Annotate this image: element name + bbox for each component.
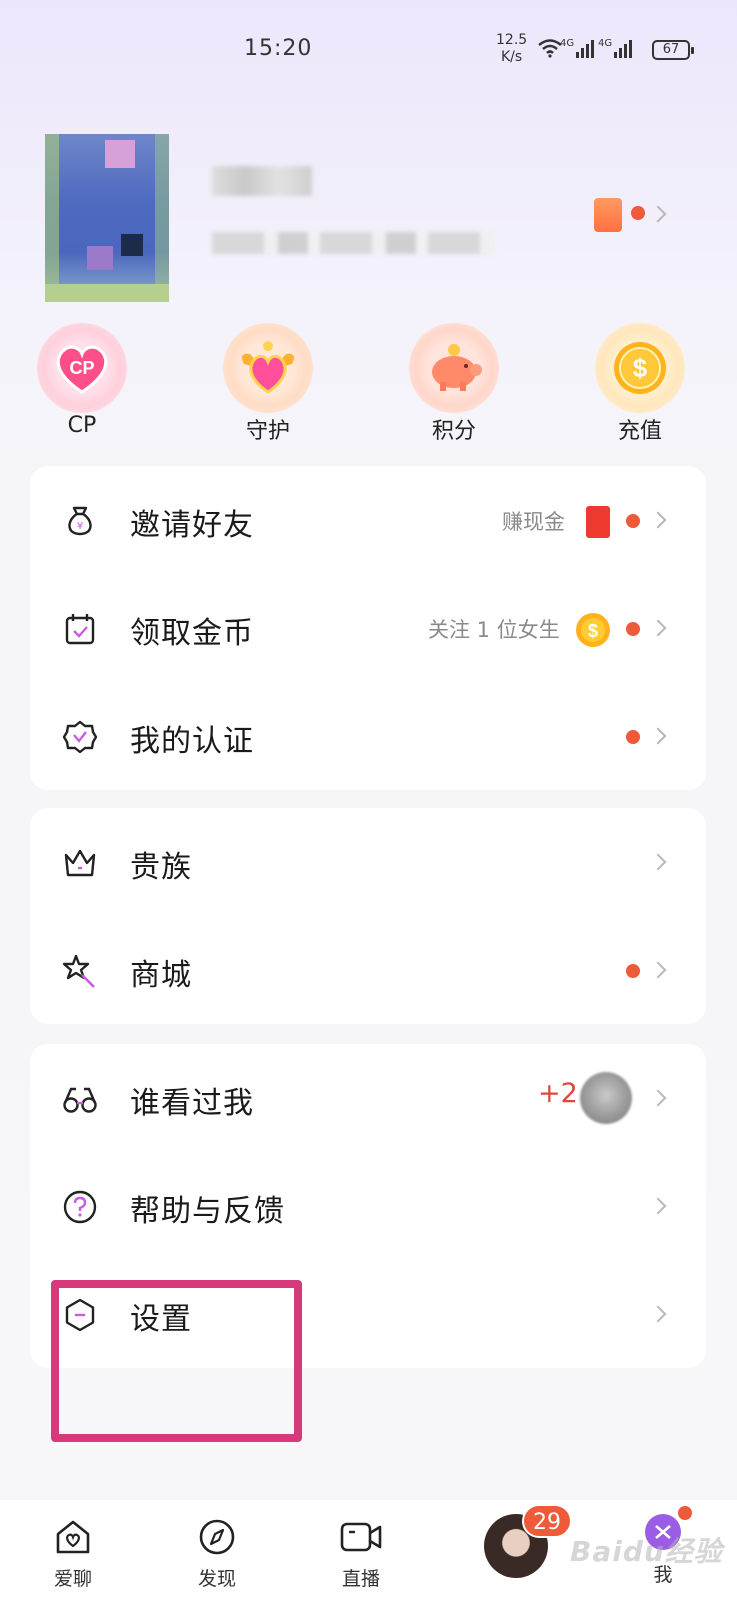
row-invite-friends[interactable]: ¥ 邀请好友 赚现金 [30, 466, 706, 576]
net-speed: 12.5 K/s [496, 32, 528, 65]
quick-label: 守护 [245, 419, 290, 444]
notification-dot [631, 206, 645, 220]
nav-label: 直播 [341, 1568, 380, 1590]
gold-coin-icon: $ [576, 613, 610, 647]
row-title: 谁看过我 [130, 1086, 254, 1121]
nav-label: 爱聊 [53, 1568, 92, 1590]
chevron-right-icon [649, 727, 667, 745]
chevron-right-icon [649, 961, 667, 979]
gift-icon[interactable] [594, 198, 622, 232]
menu-card-2: 贵族 商城 [30, 808, 706, 1024]
row-mall[interactable]: 商城 [30, 916, 706, 1026]
svg-text:$: $ [633, 353, 648, 383]
notification-dot [626, 730, 640, 744]
profile-avatar[interactable] [45, 134, 169, 302]
money-bag-icon: ¥ [68, 506, 92, 536]
help-circle-icon [63, 1190, 97, 1224]
row-title: 我的认证 [130, 724, 254, 759]
guard-heart-icon [223, 323, 313, 413]
glasses-icon [63, 1087, 97, 1113]
row-title: 贵族 [130, 850, 192, 885]
row-help-feedback[interactable]: 帮助与反馈 [30, 1152, 706, 1262]
video-camera-icon [340, 1522, 382, 1552]
svg-text:¥: ¥ [77, 521, 83, 532]
svg-text:CP: CP [69, 358, 94, 378]
row-nobility[interactable]: 贵族 [30, 808, 706, 918]
quick-cp[interactable]: CP CP [22, 323, 142, 438]
svg-text:$: $ [588, 621, 598, 641]
row-subtitle: 关注 1 位女生 [428, 618, 560, 642]
watermark-text: Baidu经验 [570, 1535, 723, 1568]
notification-dot [626, 964, 640, 978]
piggy-bank-icon [409, 323, 499, 413]
chevron-right-icon [649, 1305, 667, 1323]
row-claim-coins[interactable]: 领取金币 关注 1 位女生 $ [30, 574, 706, 684]
row-title: 帮助与反馈 [130, 1194, 285, 1229]
row-title: 邀请好友 [130, 508, 254, 543]
row-my-verification[interactable]: 我的认证 [30, 682, 706, 792]
nav-item-discover[interactable]: 发现 [172, 1518, 262, 1591]
dollar-coin-icon: $ [595, 323, 685, 413]
cp-heart-icon: CP [37, 323, 127, 413]
home-heart-icon [56, 1520, 90, 1554]
crown-icon [64, 849, 96, 877]
settings-highlight-box [51, 1280, 302, 1442]
chevron-right-icon [649, 853, 667, 871]
unread-badge: 29 [522, 1504, 572, 1538]
chevron-right-icon [649, 1197, 667, 1215]
viewer-count: +2 [538, 1078, 578, 1109]
status-bar: 15:20 12.5 K/s 4G 4G 67 [0, 0, 737, 100]
row-subtitle: 赚现金 [502, 510, 565, 534]
profile-id-blurred [212, 232, 494, 254]
row-who-viewed-me[interactable]: 谁看过我 +2 [30, 1044, 706, 1154]
quick-guard[interactable]: 守护 [208, 323, 328, 445]
quick-recharge[interactable]: $ 充值 [580, 323, 700, 445]
battery-icon: 67 [652, 40, 694, 60]
chevron-right-icon [649, 511, 667, 529]
magic-wand-icon [62, 954, 95, 988]
nav-item-chat[interactable]: 爱聊 [28, 1518, 118, 1591]
quick-points[interactable]: 积分 [394, 323, 514, 445]
status-time: 15:20 [244, 36, 313, 61]
chevron-right-icon [649, 619, 667, 637]
profile-name-blurred[interactable] [212, 166, 312, 196]
calendar-check-icon [65, 614, 95, 645]
row-title: 商城 [130, 958, 192, 993]
viewer-avatar [580, 1072, 632, 1124]
menu-card-1: ¥ 邀请好友 赚现金 领取金币 关注 1 位女生 $ 我的认证 [30, 466, 706, 790]
notification-dot [626, 622, 640, 636]
profile-chevron-icon[interactable] [649, 205, 667, 223]
nav-item-live[interactable]: 直播 [316, 1518, 406, 1591]
notification-dot [678, 1506, 692, 1520]
row-title: 领取金币 [130, 616, 254, 651]
badge-check-icon [62, 720, 98, 754]
quick-label: 充值 [617, 419, 662, 444]
compass-icon [199, 1519, 235, 1555]
quick-label: CP [67, 413, 97, 438]
chevron-right-icon [649, 1089, 667, 1107]
red-envelope-icon [586, 506, 610, 538]
nav-label: 发现 [197, 1568, 236, 1590]
quick-label: 积分 [431, 419, 476, 444]
notification-dot [626, 514, 640, 528]
